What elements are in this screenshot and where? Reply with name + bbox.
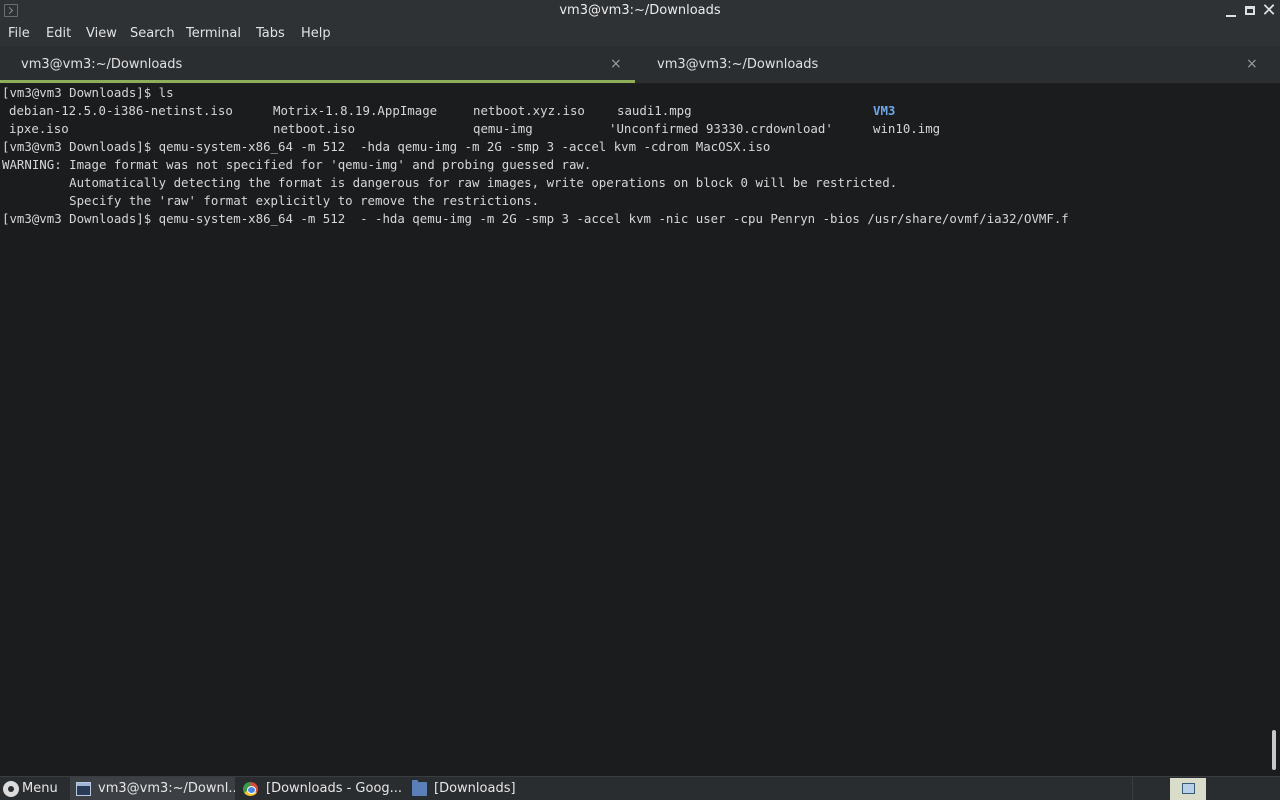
ls-entry: qemu-img — [473, 121, 533, 136]
menu-tabs[interactable]: Tabs — [256, 26, 285, 41]
taskbar-item-label: vm3@vm3:~/Downl... — [98, 781, 235, 796]
terminal-line: Specify the 'raw' format explicitly to r… — [2, 193, 540, 208]
menubar: File Edit View Search Terminal Tabs Help — [0, 23, 1280, 46]
start-menu-button[interactable]: Menu — [0, 777, 64, 800]
terminal-line: WARNING: Image format was not specified … — [2, 157, 592, 172]
tab-bar: vm3@vm3:~/Downloads × vm3@vm3:~/Download… — [0, 46, 1280, 84]
menu-search[interactable]: Search — [130, 26, 175, 41]
window-titlebar[interactable]: vm3@vm3:~/Downloads ✕ — [0, 0, 1280, 23]
ls-row: ipxe.iso netboot.iso qemu-img 'Unconfirm… — [2, 120, 1262, 138]
taskbar: Menu vm3@vm3:~/Downl... [Downloads - Goo… — [0, 776, 1280, 800]
ls-entry: Motrix-1.8.19.AppImage — [273, 103, 438, 118]
terminal-line: [vm3@vm3 Downloads]$ qemu-system-x86_64 … — [2, 211, 1069, 226]
menu-terminal[interactable]: Terminal — [186, 26, 241, 41]
maximize-button[interactable] — [1241, 2, 1259, 20]
active-tab-indicator — [0, 80, 635, 83]
terminal-output[interactable]: [vm3@vm3 Downloads]$ ls debian-12.5.0-i3… — [0, 84, 1268, 774]
tray-separator — [1132, 777, 1133, 800]
terminal-icon — [76, 782, 91, 796]
tab-1[interactable]: vm3@vm3:~/Downloads × — [0, 46, 635, 83]
menu-edit[interactable]: Edit — [46, 26, 71, 41]
tab-2-label: vm3@vm3:~/Downloads — [657, 57, 819, 72]
menu-view[interactable]: View — [86, 26, 117, 41]
terminal-line: [vm3@vm3 Downloads]$ ls — [2, 85, 174, 100]
taskbar-item-label: [Downloads] — [434, 781, 516, 796]
ls-entry: netboot.xyz.iso — [473, 103, 585, 118]
close-window-button[interactable]: ✕ — [1260, 2, 1278, 20]
terminal-line: [vm3@vm3 Downloads]$ qemu-system-x86_64 … — [2, 139, 771, 154]
taskbar-item-label: [Downloads - Goog... — [266, 781, 403, 796]
taskbar-item-files[interactable]: [Downloads] — [406, 777, 526, 800]
ls-entry: netboot.iso — [273, 121, 356, 136]
ls-entry: saudi1.mpg — [617, 103, 692, 118]
terminal-line: Automatically detecting the format is da… — [2, 175, 898, 190]
ls-row: debian-12.5.0-i386-netinst.iso Motrix-1.… — [2, 102, 1262, 120]
window-title: vm3@vm3:~/Downloads — [559, 3, 721, 18]
tab-1-close-icon[interactable]: × — [610, 56, 622, 72]
maximize-icon — [1245, 6, 1255, 15]
ls-entry: 'Unconfirmed 93330.crdownload' — [609, 121, 833, 136]
show-desktop-button[interactable] — [1170, 778, 1206, 800]
ls-entry: debian-12.5.0-i386-netinst.iso — [9, 103, 233, 118]
ls-entry: win10.img — [873, 121, 941, 136]
ls-directory-entry: VM3 — [873, 103, 896, 118]
ls-entry: ipxe.iso — [9, 121, 69, 136]
scrollbar-thumb[interactable] — [1272, 730, 1276, 770]
minimize-button[interactable] — [1222, 2, 1240, 20]
desktop-icon — [1182, 783, 1195, 794]
menu-file[interactable]: File — [8, 26, 30, 41]
menu-help[interactable]: Help — [301, 26, 331, 41]
tab-1-label: vm3@vm3:~/Downloads — [21, 57, 183, 72]
tab-2[interactable]: vm3@vm3:~/Downloads × — [636, 46, 1280, 83]
chrome-icon — [243, 782, 258, 796]
terminal-scrollbar[interactable] — [1268, 84, 1280, 774]
taskbar-item-terminal[interactable]: vm3@vm3:~/Downl... — [70, 777, 235, 800]
start-menu-label: Menu — [22, 781, 58, 796]
menu-icon — [3, 781, 19, 797]
folder-icon — [412, 780, 427, 796]
taskbar-item-chrome[interactable]: [Downloads - Goog... — [238, 777, 403, 800]
minimize-icon — [1226, 15, 1236, 17]
tab-2-close-icon[interactable]: × — [1246, 56, 1258, 72]
